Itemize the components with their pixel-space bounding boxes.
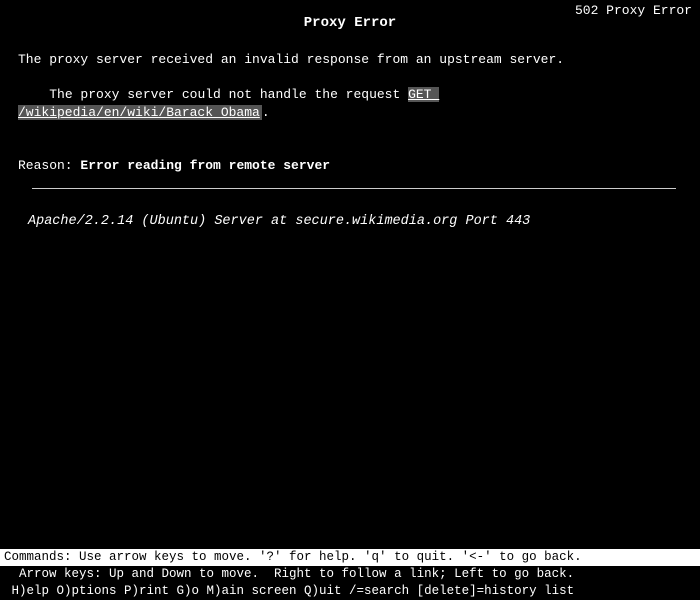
status-line-arrows: Arrow keys: Up and Down to move. Right t… <box>0 566 700 583</box>
status-line-commands: Commands: Use arrow keys to move. '?' fo… <box>0 549 700 566</box>
divider <box>32 188 676 189</box>
reason-value: Error reading from remote server <box>80 158 330 173</box>
page-heading: Proxy Error <box>18 14 682 33</box>
reason-label: Reason: <box>18 158 80 173</box>
error-line-1: The proxy server received an invalid res… <box>18 51 682 69</box>
page-content: Proxy Error The proxy server received an… <box>0 4 700 231</box>
error-line-2-suffix: . <box>262 105 270 120</box>
error-line-2: The proxy server could not handle the re… <box>18 68 682 138</box>
status-line-hotkeys: H)elp O)ptions P)rint G)o M)ain screen Q… <box>0 583 700 600</box>
reason-line: Reason: Error reading from remote server <box>18 157 682 175</box>
status-bar: Commands: Use arrow keys to move. '?' fo… <box>0 549 700 600</box>
error-line-2-prefix: The proxy server could not handle the re… <box>49 87 408 102</box>
server-signature: Apache/2.2.14 (Ubuntu) Server at secure.… <box>28 213 682 231</box>
